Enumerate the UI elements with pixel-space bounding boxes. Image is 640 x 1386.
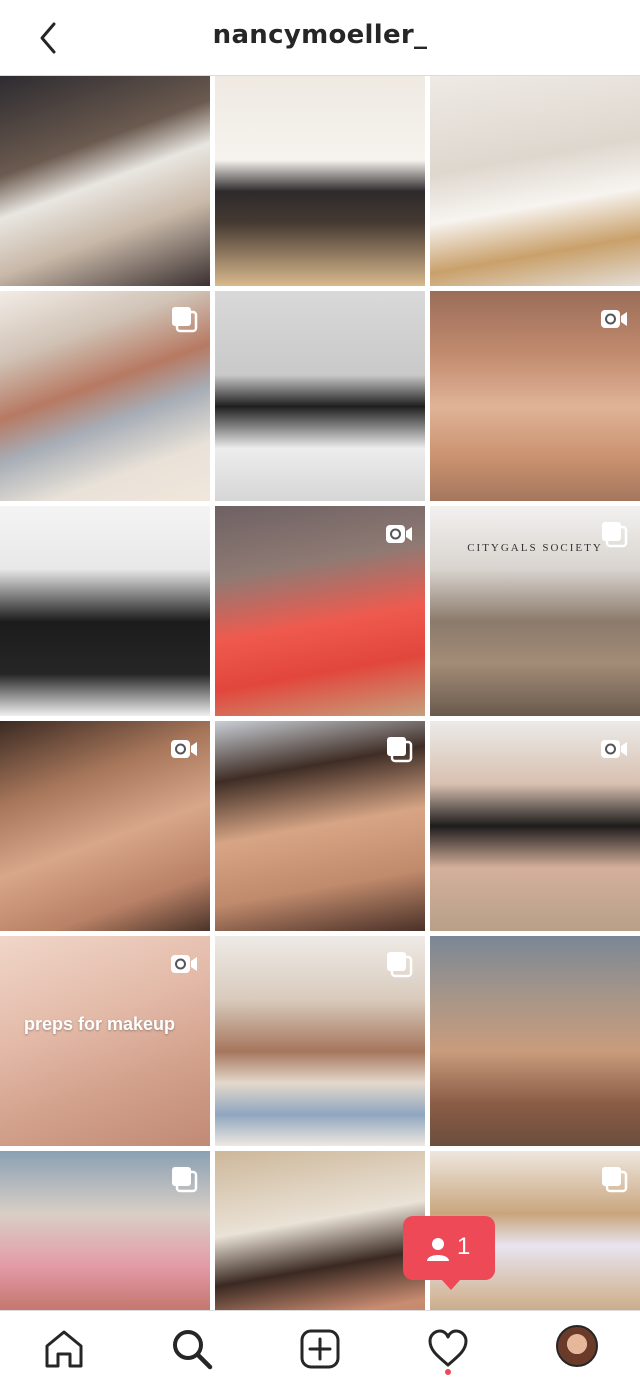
post-thumbnail[interactable]: CITYGALS SOCIETY xyxy=(430,506,640,716)
post-thumbnail[interactable] xyxy=(430,721,640,931)
person-icon xyxy=(427,1238,449,1261)
tab-new-post[interactable] xyxy=(256,1311,384,1386)
post-thumbnail[interactable] xyxy=(215,936,425,1146)
post-thumbnail[interactable] xyxy=(0,76,210,286)
tab-search[interactable] xyxy=(128,1311,256,1386)
post-thumbnail[interactable] xyxy=(215,1151,425,1310)
video-badge-icon xyxy=(170,950,198,978)
post-grid: CITYGALS SOCIETY preps for makeup xyxy=(0,76,640,1310)
video-badge-icon xyxy=(170,735,198,763)
add-post-icon xyxy=(300,1329,340,1369)
post-thumbnail[interactable] xyxy=(215,76,425,286)
notification-count: 1 xyxy=(457,1233,471,1260)
avatar xyxy=(556,1325,598,1367)
post-thumbnail[interactable] xyxy=(215,506,425,716)
heart-icon xyxy=(428,1329,468,1367)
post-thumbnail[interactable] xyxy=(430,291,640,501)
follower-notification-bubble[interactable]: 1 xyxy=(403,1216,495,1290)
tab-home[interactable] xyxy=(0,1311,128,1386)
top-bar: nancymoeller_ xyxy=(0,0,640,76)
search-icon xyxy=(173,1330,213,1370)
home-icon xyxy=(45,1330,83,1368)
post-thumbnail[interactable] xyxy=(0,1151,210,1310)
post-image xyxy=(215,76,425,286)
post-image xyxy=(430,936,640,1146)
carousel-badge-icon xyxy=(600,520,628,548)
profile-username[interactable]: nancymoeller_ xyxy=(0,20,640,50)
video-badge-icon xyxy=(385,520,413,548)
post-thumbnail[interactable] xyxy=(0,721,210,931)
carousel-badge-icon xyxy=(385,735,413,763)
post-thumbnail[interactable] xyxy=(215,291,425,501)
post-thumbnail[interactable] xyxy=(0,291,210,501)
post-thumbnail[interactable] xyxy=(430,936,640,1146)
post-thumbnail[interactable] xyxy=(215,721,425,931)
post-thumbnail[interactable] xyxy=(430,76,640,286)
carousel-badge-icon xyxy=(600,1165,628,1193)
carousel-badge-icon xyxy=(385,950,413,978)
bottom-tab-bar xyxy=(0,1310,640,1386)
post-image xyxy=(0,506,210,716)
video-badge-icon xyxy=(600,305,628,333)
post-thumbnail[interactable] xyxy=(0,506,210,716)
post-image xyxy=(430,76,640,286)
post-image xyxy=(0,76,210,286)
video-badge-icon xyxy=(600,735,628,763)
carousel-badge-icon xyxy=(170,1165,198,1193)
post-image xyxy=(215,291,425,501)
post-overlay-caption: preps for makeup xyxy=(24,1014,176,1034)
carousel-badge-icon xyxy=(170,305,198,333)
activity-indicator-dot xyxy=(445,1369,451,1375)
post-image xyxy=(215,1151,425,1310)
tab-profile[interactable] xyxy=(512,1311,640,1386)
post-thumbnail[interactable]: preps for makeup xyxy=(0,936,210,1146)
